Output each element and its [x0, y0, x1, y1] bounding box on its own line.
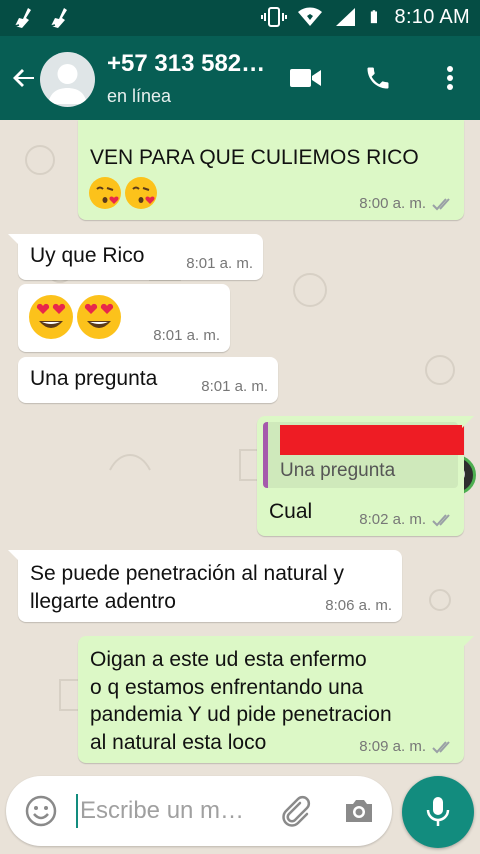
emoji-icon[interactable] [24, 794, 58, 828]
back-arrow-icon[interactable] [8, 62, 40, 94]
message-time: 8:06 a. m. [325, 597, 392, 614]
quoted-message[interactable]: Una pregunta [263, 422, 464, 488]
message-text-line: al natural esta loco [90, 730, 267, 754]
message-bubble-incoming[interactable]: Una pregunta 8:01 a. m. [18, 357, 278, 403]
message-bubble-outgoing[interactable]: Una pregunta Cual 8:02 a. m. [257, 416, 474, 536]
attach-clip-icon[interactable] [278, 794, 312, 828]
text-cursor [76, 794, 78, 828]
status-bar: 8:10 AM [0, 0, 480, 36]
message-bubble-outgoing[interactable]: VEN PARA QUE CULIEMOS RICO 8:00 a. m. [78, 120, 464, 220]
kiss-face-emoji-icon [89, 177, 121, 209]
message-text-line: pandemia Y ud pide penetracion [90, 703, 392, 726]
heart-eyes-emoji-icon [77, 295, 121, 339]
phone-icon [367, 67, 389, 89]
message-text: Oigan a este ud esta enfermo o q estamos… [90, 646, 392, 756]
voice-call-button[interactable] [362, 62, 394, 94]
double-check-icon [432, 197, 450, 210]
message-text-line: Oigan a este ud esta enfermo [90, 648, 367, 671]
double-check-icon [432, 740, 450, 753]
message-bubble-incoming[interactable]: Uy que Rico 8:01 a. m. [8, 234, 263, 280]
message-time: 8:01 a. m. [153, 327, 220, 344]
clock: 8:10 AM [394, 5, 470, 28]
cleaner-icon [50, 8, 67, 28]
wifi-icon [297, 7, 322, 26]
message-text: Una pregunta [30, 367, 158, 390]
heart-eyes-emoji-icon [29, 295, 73, 339]
message-composer [6, 776, 392, 846]
default-avatar-icon [48, 64, 87, 104]
contact-status: en línea [107, 86, 172, 106]
message-time: 8:09 a. m. [359, 738, 454, 755]
video-camera-icon [290, 69, 321, 87]
signal-icon [335, 8, 355, 26]
message-text: VEN PARA QUE CULIEMOS RICO [90, 146, 419, 169]
message-text: Se puede penetración al natural y llegar… [30, 560, 344, 616]
message-time: 8:02 a. m. [359, 511, 454, 528]
message-time: 8:01 a. m. [186, 255, 253, 272]
message-bubble-outgoing[interactable]: Oigan a este ud esta enfermo o q estamos… [78, 636, 474, 763]
camera-icon[interactable] [342, 794, 376, 828]
message-text: Cual [269, 500, 313, 523]
message-text-line: o q estamos enfrentando una [90, 675, 364, 699]
cleaner-icon [14, 8, 31, 28]
message-time: 8:01 a. m. [201, 378, 268, 395]
avatar[interactable] [40, 52, 95, 107]
microphone-icon [426, 797, 450, 826]
message-bubble-incoming[interactable]: Se puede penetración al natural y llegar… [8, 550, 402, 622]
message-time: 8:00 a. m. [359, 195, 454, 212]
voice-record-button[interactable] [402, 776, 474, 848]
menu-button[interactable] [434, 62, 466, 94]
quoted-text: Una pregunta [280, 460, 396, 481]
battery-icon [370, 10, 377, 24]
contact-name[interactable]: +57 313 582… [107, 50, 265, 78]
redacted-sender [280, 425, 464, 455]
video-call-button[interactable] [290, 62, 322, 94]
message-bubble-incoming[interactable]: 8:01 a. m. [18, 284, 230, 352]
message-input[interactable] [80, 790, 270, 832]
message-text-line: Se puede penetración al natural y [30, 562, 345, 585]
chat-area[interactable]: VEN PARA QUE CULIEMOS RICO 8:00 a. m. Uy… [0, 120, 480, 766]
more-vert-icon [447, 66, 453, 90]
vibrate-icon [260, 7, 287, 27]
double-check-icon [432, 513, 450, 526]
chat-header: +57 313 582… en línea [0, 36, 480, 120]
message-text: Uy que Rico [30, 244, 145, 267]
message-text-line: llegarte adentro [30, 590, 176, 613]
kiss-face-emoji-icon [125, 177, 157, 209]
